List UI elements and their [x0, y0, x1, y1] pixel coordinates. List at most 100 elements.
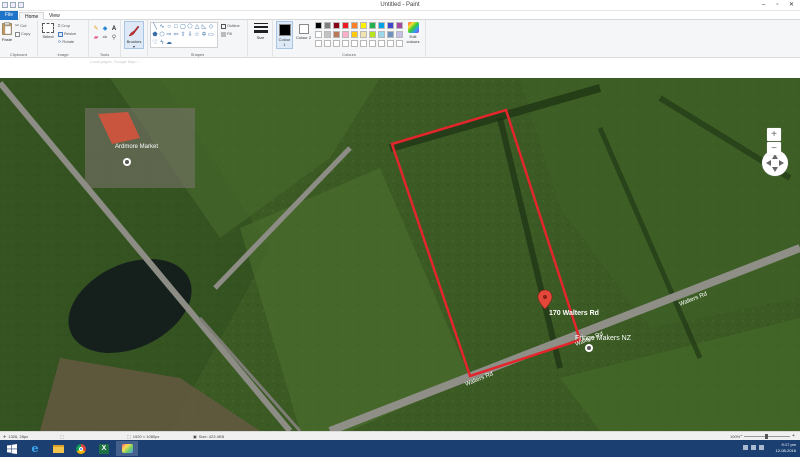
cut-button[interactable]: ✂ Cut [15, 23, 26, 29]
arrow-left-shape-icon[interactable]: ⇦ [173, 32, 179, 38]
paste-button[interactable]: Paste [1, 22, 13, 42]
start-button[interactable] [1, 441, 23, 456]
resize-button[interactable]: Resize [58, 31, 76, 37]
rounded-rect-shape-icon[interactable]: ▢ [180, 24, 186, 30]
palette-swatch[interactable] [324, 31, 331, 38]
brushes-button[interactable]: Brushes ▾ [124, 21, 144, 49]
custom-colour-slot[interactable] [333, 40, 340, 47]
taskbar-chrome[interactable] [70, 441, 92, 456]
copy-button[interactable]: Copy [15, 31, 30, 37]
tab-file[interactable]: File [0, 11, 19, 20]
custom-colour-slot[interactable] [369, 40, 376, 47]
rotate-button[interactable]: ⟳ Rotate [58, 39, 74, 45]
cursor-icon: ✛ [3, 434, 7, 439]
palette-swatch[interactable] [378, 31, 385, 38]
palette-swatch[interactable] [333, 22, 340, 29]
custom-colour-slot[interactable] [360, 40, 367, 47]
palette-swatch[interactable] [351, 31, 358, 38]
size-button[interactable]: Size [253, 22, 268, 40]
zoom-out-button[interactable]: − [740, 433, 743, 439]
palette-swatch[interactable] [360, 31, 367, 38]
pentagon-shape-icon[interactable]: ⬟ [152, 32, 158, 38]
custom-colour-slot[interactable] [324, 40, 331, 47]
custom-colour-slot[interactable] [396, 40, 403, 47]
line-shape-icon[interactable]: ╲ [152, 24, 158, 30]
right-triangle-shape-icon[interactable]: ◺ [201, 24, 207, 30]
triangle-shape-icon[interactable]: △ [194, 24, 200, 30]
file-size-value: Size: 423.4KB [198, 434, 225, 439]
palette-swatch[interactable] [351, 22, 358, 29]
text-tool-icon[interactable]: A [111, 26, 117, 32]
taskbar-ie[interactable]: e [24, 441, 46, 456]
select-button[interactable]: Select [41, 23, 55, 39]
network-icon[interactable] [743, 445, 748, 450]
palette-swatch[interactable] [378, 22, 385, 29]
palette-swatch[interactable] [342, 22, 349, 29]
palette-swatch[interactable] [315, 31, 322, 38]
eraser-icon[interactable]: ▰ [93, 35, 99, 41]
paste-icon [2, 22, 12, 35]
palette-swatch[interactable] [360, 22, 367, 29]
arrow-up-shape-icon[interactable]: ⇧ [180, 32, 186, 38]
star-six-shape-icon[interactable]: ✡ [201, 32, 207, 38]
rectangle-shape-icon[interactable]: □ [173, 24, 179, 30]
callout-shape-icon[interactable]: ▭ [208, 32, 214, 38]
custom-colour-slot[interactable] [378, 40, 385, 47]
crop-button[interactable]: ⌗ Crop [58, 23, 70, 29]
heart-shape-icon[interactable]: ♡ [152, 40, 158, 46]
outline-dropdown[interactable]: Outline [221, 23, 240, 29]
palette-swatch[interactable] [324, 22, 331, 29]
palette-swatch[interactable] [387, 22, 394, 29]
hexagon-shape-icon[interactable]: ⬡ [159, 32, 165, 38]
pencil-icon[interactable]: ✎ [93, 26, 99, 32]
edit-colours-button[interactable]: Edit colours [403, 22, 423, 44]
fill-dropdown[interactable]: Fill [221, 31, 232, 37]
custom-colour-slot[interactable] [342, 40, 349, 47]
star-shape-icon[interactable]: ☆ [194, 32, 200, 38]
tab-home[interactable]: Home [19, 12, 45, 20]
zoom-in-button[interactable]: + [792, 433, 795, 439]
palette-swatch[interactable] [333, 31, 340, 38]
custom-colour-slot[interactable] [351, 40, 358, 47]
taskbar-excel[interactable]: X [93, 441, 115, 456]
custom-colour-slot[interactable] [315, 40, 322, 47]
palette-swatch[interactable] [342, 31, 349, 38]
clock[interactable]: 9:17 pm 12-08-2016 [776, 442, 796, 454]
curve-shape-icon[interactable]: ∿ [159, 24, 165, 30]
polygon-shape-icon[interactable]: ⬠ [187, 24, 193, 30]
colour1-button[interactable]: Colour 1 [276, 21, 293, 49]
diamond-shape-icon[interactable]: ◇ [208, 24, 214, 30]
fill-bucket-icon[interactable]: ◆ [102, 26, 108, 32]
close-button[interactable]: ✕ [785, 1, 798, 9]
oval-shape-icon[interactable]: ○ [166, 24, 172, 30]
color-picker-icon[interactable]: ✑ [102, 35, 108, 41]
lightning-shape-icon[interactable]: ϟ [159, 40, 165, 46]
palette-swatch[interactable] [396, 31, 403, 38]
canvas-area[interactable]: Local pages, Google Map / ... Ardmore Ma… [0, 58, 800, 431]
palette-swatch[interactable] [315, 22, 322, 29]
tab-view[interactable]: View [44, 12, 65, 20]
image-group-label: Image [57, 52, 69, 57]
arrow-right-shape-icon[interactable]: ⇨ [166, 32, 172, 38]
volume-icon[interactable] [751, 445, 756, 450]
arrow-down-shape-icon[interactable]: ⇩ [187, 32, 193, 38]
map-zoom-out-button[interactable]: − [767, 142, 781, 155]
cloud-shape-icon[interactable]: ☁ [166, 40, 172, 46]
taskbar-paint[interactable] [116, 441, 138, 456]
custom-colour-slot[interactable] [387, 40, 394, 47]
minimize-button[interactable]: – [757, 1, 770, 9]
palette-swatch[interactable] [387, 31, 394, 38]
flag-icon[interactable] [759, 445, 764, 450]
zoom-level: 100% [730, 434, 741, 439]
palette-swatch[interactable] [369, 31, 376, 38]
copy-icon [15, 31, 20, 37]
magnifier-icon[interactable]: ⚲ [111, 35, 117, 41]
palette-swatch[interactable] [369, 22, 376, 29]
taskbar-explorer[interactable] [47, 441, 69, 456]
pasted-map-image[interactable]: Ardmore Market 170 Walters Rd Fringe Mak… [0, 78, 800, 431]
palette-swatch[interactable] [396, 22, 403, 29]
zoom-slider-thumb[interactable] [765, 434, 768, 439]
map-zoom-in-button[interactable]: + [767, 128, 781, 141]
colour2-button[interactable]: Colour 2 [295, 21, 312, 40]
maximize-button[interactable]: ▫ [771, 1, 784, 9]
